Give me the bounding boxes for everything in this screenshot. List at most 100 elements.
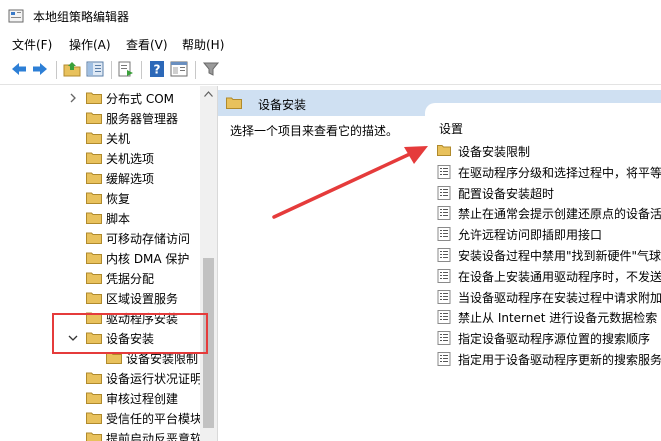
tree-item-label: 内核 DMA 保护	[106, 252, 190, 266]
policy-editor-icon	[8, 9, 24, 23]
folder-icon	[86, 151, 102, 164]
menu-help[interactable]: 帮助(H)	[182, 36, 224, 53]
tree-item-label: 关机选项	[106, 152, 155, 166]
policy-setting-item[interactable]: 当设备驱动程序在安装过程中请求附加	[437, 287, 661, 307]
policy-setting-icon	[437, 248, 451, 262]
menu-view[interactable]: 查看(V)	[126, 36, 168, 53]
window-title: 本地组策略编辑器	[33, 10, 130, 24]
tree-item-label: 区域设置服务	[106, 292, 179, 306]
export-list-icon[interactable]	[117, 60, 135, 78]
description-text: 选择一个项目来查看它的描述。	[230, 124, 399, 138]
tree-item[interactable]: 审核过程创建	[0, 388, 200, 408]
toolbar-separator	[141, 61, 142, 79]
policy-setting-item[interactable]: 安装设备过程中禁用"找到新硬件"气球	[437, 245, 661, 265]
annotation-highlight-box	[52, 313, 208, 354]
tree-item[interactable]: 恢复	[0, 188, 200, 208]
tree-item[interactable]: 缓解选项	[0, 168, 200, 188]
tree-item-label: 凭据分配	[106, 272, 155, 286]
forward-arrow-icon[interactable]	[31, 60, 49, 78]
policy-setting-icon	[437, 268, 451, 283]
folder-icon	[86, 271, 102, 284]
tree-item[interactable]: 区域设置服务	[0, 288, 200, 308]
chevron-right-icon[interactable]	[68, 92, 78, 103]
policy-setting-icon	[437, 310, 451, 325]
folder-icon	[86, 211, 102, 224]
toolbar: ?	[0, 56, 661, 85]
policy-setting-item[interactable]: 禁止从 Internet 进行设备元数据检索	[437, 307, 661, 327]
policy-setting-item[interactable]: 在驱动程序分级和选择过程中，将平等	[437, 162, 661, 182]
settings-folder-item[interactable]: 设备安装限制	[437, 141, 661, 161]
policy-setting-item[interactable]: 指定用于设备驱动程序更新的搜索服务	[437, 349, 661, 369]
tree-item[interactable]: 提前启动反恶意软	[0, 428, 203, 441]
tree-item-label: 恢复	[106, 192, 131, 206]
policy-setting-item[interactable]: 允许远程访问即插即用接口	[437, 224, 661, 244]
tree-item-label: 受信任的平台模块	[106, 412, 203, 426]
filter-icon[interactable]	[202, 60, 220, 78]
folder-icon	[86, 251, 102, 264]
tree-item[interactable]: 凭据分配	[0, 268, 200, 288]
policy-setting-icon	[437, 289, 451, 304]
svg-text:?: ?	[154, 63, 161, 77]
navigation-tree: 分布式 COM 服务器管理器 关机关机选项缓解选项恢复脚本可移动存储访问 内核 DMA…	[0, 86, 218, 441]
setting-label: 禁止从 Internet 进行设备元数据检索	[458, 311, 658, 326]
setting-label: 安装设备过程中禁用"找到新硬件"气球	[458, 249, 661, 263]
setting-label: 指定设备驱动程序源位置的搜索顺序	[458, 332, 651, 347]
tree-item-label: 分布式 COM	[106, 92, 174, 106]
tree-item[interactable]: 关机	[0, 128, 200, 148]
show-hide-tree-icon[interactable]	[86, 60, 104, 78]
properties-icon[interactable]	[170, 60, 188, 78]
tree-item[interactable]: 受信任的平台模块	[0, 408, 203, 428]
setting-label: 当设备驱动程序在安装过程中请求附加	[458, 290, 661, 305]
setting-label: 禁止在通常会提示创建还原点的设备活	[458, 207, 661, 222]
tree-item[interactable]: 内核 DMA 保护	[0, 248, 200, 268]
policy-setting-icon	[437, 331, 451, 346]
menu-action[interactable]: 操作(A)	[69, 36, 111, 53]
settings-column-header[interactable]: 设置	[439, 120, 463, 137]
policy-setting-item[interactable]: 禁止在通常会提示创建还原点的设备活	[437, 203, 661, 223]
tree-item-label: 关机	[106, 132, 131, 146]
up-folder-icon[interactable]	[63, 60, 81, 78]
folder-icon	[86, 431, 102, 441]
folder-icon	[86, 131, 102, 144]
policy-setting-icon	[437, 164, 451, 179]
tree-item-label: 服务器管理器	[106, 112, 179, 126]
title-bar: 本地组策略编辑器	[0, 0, 661, 33]
policy-setting-item[interactable]: 在设备上安装通用驱动程序时，不发送	[437, 266, 661, 286]
folder-icon	[86, 231, 102, 244]
tree-item[interactable]: 可移动存储访问	[0, 228, 200, 248]
setting-label: 设备安装限制	[458, 145, 531, 159]
policy-setting-item[interactable]: 指定设备驱动程序源位置的搜索顺序	[437, 328, 661, 348]
setting-label: 配置设备安装超时	[458, 186, 555, 201]
tree-item-label: 缓解选项	[106, 172, 155, 186]
policy-setting-icon	[437, 352, 451, 366]
tree-item[interactable]: 关机选项	[0, 148, 200, 168]
tree-scrollbar[interactable]	[200, 86, 217, 441]
policy-setting-item[interactable]: 配置设备安装超时	[437, 183, 661, 203]
toolbar-separator	[195, 61, 196, 79]
tree-item-label: 可移动存储访问	[106, 232, 191, 246]
tree-item[interactable]: 服务器管理器	[0, 108, 200, 128]
setting-label: 在驱动程序分级和选择过程中，将平等	[458, 165, 661, 180]
folder-icon	[86, 191, 102, 204]
tree-item[interactable]: 分布式 COM	[0, 88, 200, 108]
toolbar-separator	[111, 61, 112, 79]
tree-item-label: 脚本	[106, 212, 131, 226]
settings-list: 设置 设备安装限制在驱动程序分级和选择过程中，将平等 配置设备安装超时禁止在通常会…	[425, 103, 661, 441]
tree-item[interactable]: 设备运行状况证明	[0, 368, 202, 388]
tree-item-label: 审核过程创建	[106, 392, 179, 406]
details-pane: 设备安装 选择一个项目来查看它的描述。 设置 设备安装限制 在驱动程序分级和选择过…	[218, 86, 661, 441]
folder-icon	[437, 144, 451, 158]
help-icon[interactable]: ?	[148, 60, 166, 78]
folder-icon	[86, 111, 102, 124]
back-arrow-icon[interactable]	[10, 60, 28, 78]
folder-icon	[226, 97, 242, 109]
tree-item[interactable]: 脚本	[0, 208, 200, 228]
setting-label: 允许远程访问即插即用接口	[458, 228, 603, 243]
folder-icon	[86, 291, 102, 304]
menu-file[interactable]: 文件(F)	[12, 36, 52, 53]
scroll-up-icon[interactable]	[204, 91, 213, 97]
tree-item-label: 提前启动反恶意软	[106, 432, 203, 441]
folder-icon	[86, 371, 102, 384]
setting-label: 指定用于设备驱动程序更新的搜索服务	[458, 353, 661, 367]
folder-icon	[86, 411, 102, 424]
